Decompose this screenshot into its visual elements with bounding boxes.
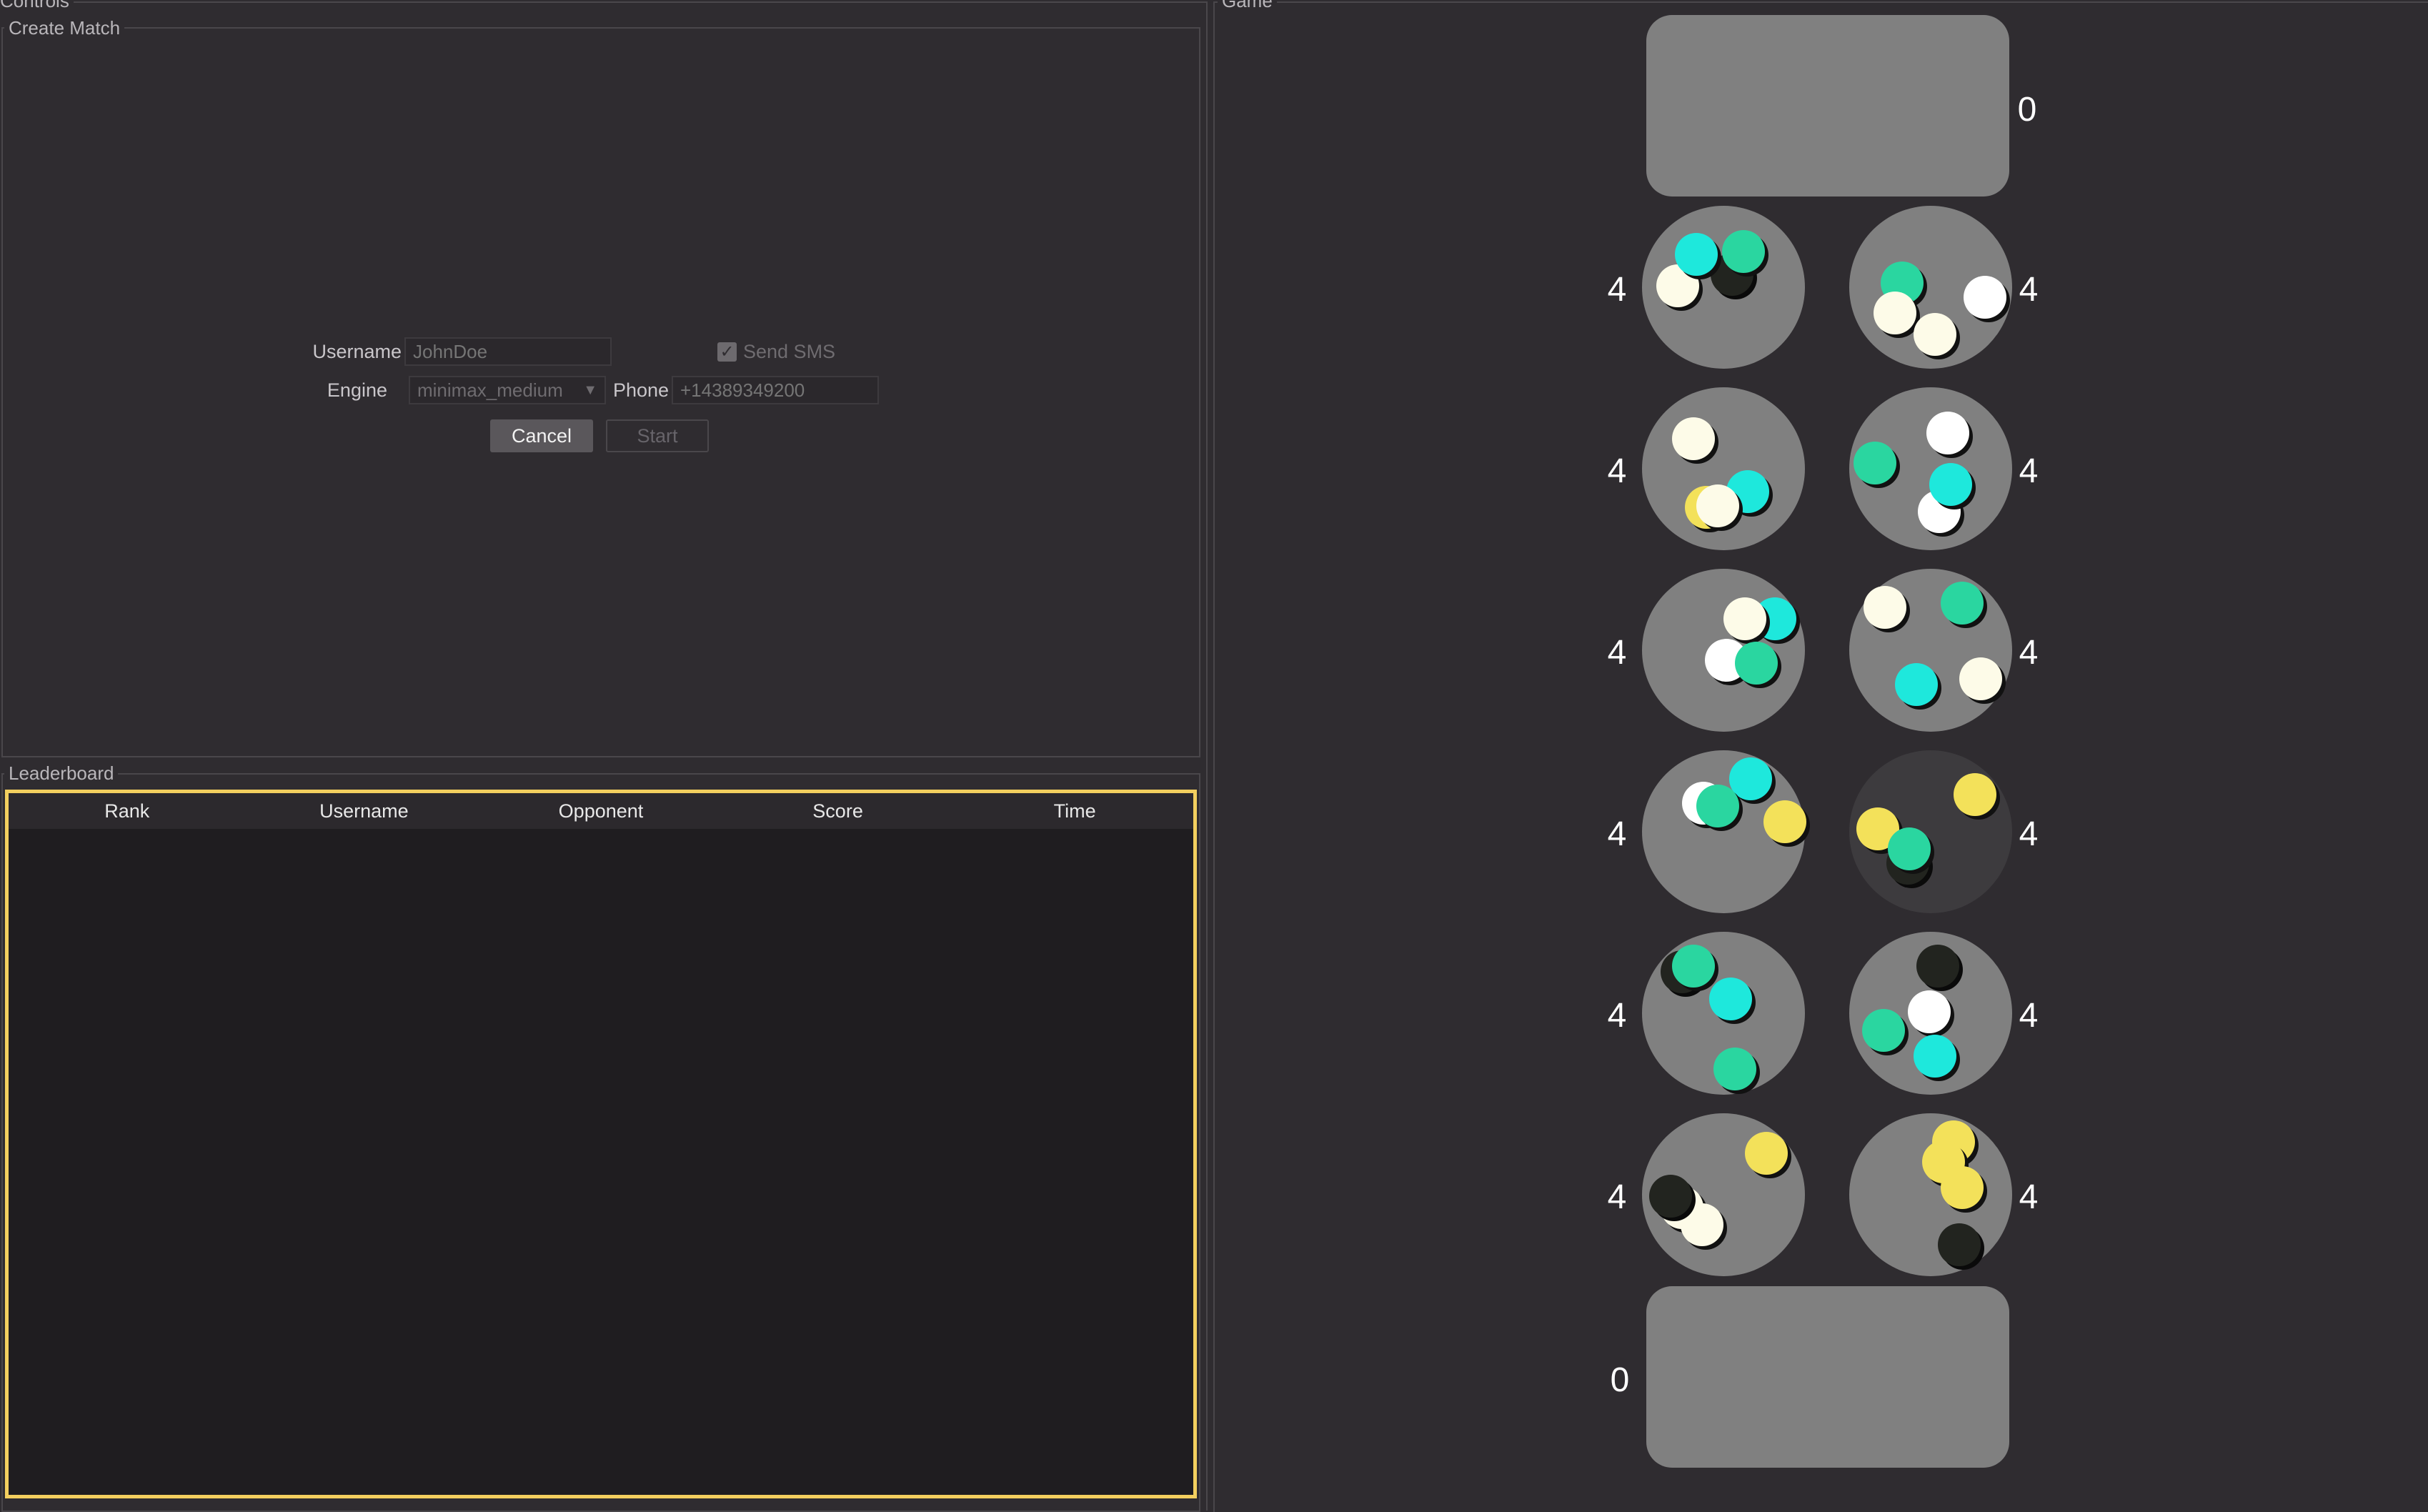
stone xyxy=(1862,1009,1905,1052)
start-button[interactable]: Start xyxy=(606,419,709,452)
stone xyxy=(1908,990,1951,1033)
create-match-title: Create Match xyxy=(4,17,125,39)
stone xyxy=(1745,1132,1788,1175)
stone xyxy=(1954,773,1996,816)
bottom-store-count: 0 xyxy=(1610,1361,1630,1399)
stone xyxy=(1916,945,1959,988)
pit-left-count: 4 xyxy=(1607,452,1627,490)
cancel-button[interactable]: Cancel xyxy=(490,419,593,452)
stone xyxy=(1926,412,1969,454)
stone xyxy=(1864,586,1906,629)
pit-right-count: 4 xyxy=(2019,1178,2039,1216)
stone xyxy=(1938,1223,1981,1266)
game-panel xyxy=(1213,1,2428,1512)
column-header-username[interactable]: Username xyxy=(246,793,483,829)
stone xyxy=(1941,1166,1984,1209)
stone xyxy=(1723,597,1766,640)
stone xyxy=(1649,1175,1692,1218)
stone xyxy=(1895,663,1938,706)
controls-title: Controls xyxy=(0,0,74,11)
stone xyxy=(1941,582,1984,625)
engine-select-value: minimax_medium xyxy=(417,379,563,401)
username-label: Username xyxy=(312,341,402,362)
column-header-rank[interactable]: Rank xyxy=(9,793,246,829)
stone xyxy=(1696,484,1739,527)
phone-input[interactable] xyxy=(672,376,879,404)
stone xyxy=(1675,233,1718,276)
pit-right-count: 4 xyxy=(2019,271,2039,309)
stone xyxy=(1763,800,1806,843)
stone xyxy=(1713,1048,1756,1090)
stone xyxy=(1914,313,1956,356)
stone xyxy=(1914,1035,1956,1078)
pit-right-count: 4 xyxy=(2019,634,2039,672)
send-sms-label[interactable]: Send SMS xyxy=(743,337,835,366)
leaderboard-header: Rank Username Opponent Score Time xyxy=(9,793,1193,829)
stone xyxy=(1964,276,2006,319)
pit-right-count: 4 xyxy=(2019,452,2039,490)
send-sms-checkbox[interactable]: ✓ xyxy=(717,342,737,362)
stone xyxy=(1929,463,1972,506)
stone xyxy=(1735,642,1778,685)
pit-left-count: 4 xyxy=(1607,271,1627,309)
pit-left-count: 4 xyxy=(1607,997,1627,1035)
top-store-count: 0 xyxy=(2017,91,2037,129)
leaderboard-title: Leaderboard xyxy=(4,762,119,784)
stone xyxy=(1672,945,1715,988)
column-header-time[interactable]: Time xyxy=(956,793,1193,829)
stone xyxy=(1888,827,1931,870)
pit-left-count: 4 xyxy=(1607,815,1627,853)
pit-right-6[interactable] xyxy=(1849,1113,2012,1276)
leaderboard-table[interactable]: Rank Username Opponent Score Time xyxy=(5,790,1197,1498)
stone xyxy=(1874,292,1916,334)
chevron-down-icon: ▼ xyxy=(583,382,597,398)
pit-left-count: 4 xyxy=(1607,634,1627,672)
engine-select[interactable]: minimax_medium ▼ xyxy=(409,376,606,404)
top-store[interactable] xyxy=(1646,15,2009,197)
column-header-opponent[interactable]: Opponent xyxy=(482,793,720,829)
stone xyxy=(1959,657,2002,700)
pit-right-count: 4 xyxy=(2019,815,2039,853)
stone xyxy=(1854,442,1896,484)
phone-label: Phone xyxy=(613,379,670,401)
column-header-score[interactable]: Score xyxy=(720,793,957,829)
stone xyxy=(1709,978,1752,1020)
game-title: Game xyxy=(1218,0,1277,11)
engine-label: Engine xyxy=(327,379,387,401)
pit-left-count: 4 xyxy=(1607,1178,1627,1216)
stone xyxy=(1696,785,1739,827)
username-input[interactable] xyxy=(404,337,612,366)
bottom-store[interactable] xyxy=(1646,1286,2009,1468)
stone xyxy=(1722,230,1765,273)
pit-right-count: 4 xyxy=(2019,997,2039,1035)
stone xyxy=(1672,417,1715,460)
